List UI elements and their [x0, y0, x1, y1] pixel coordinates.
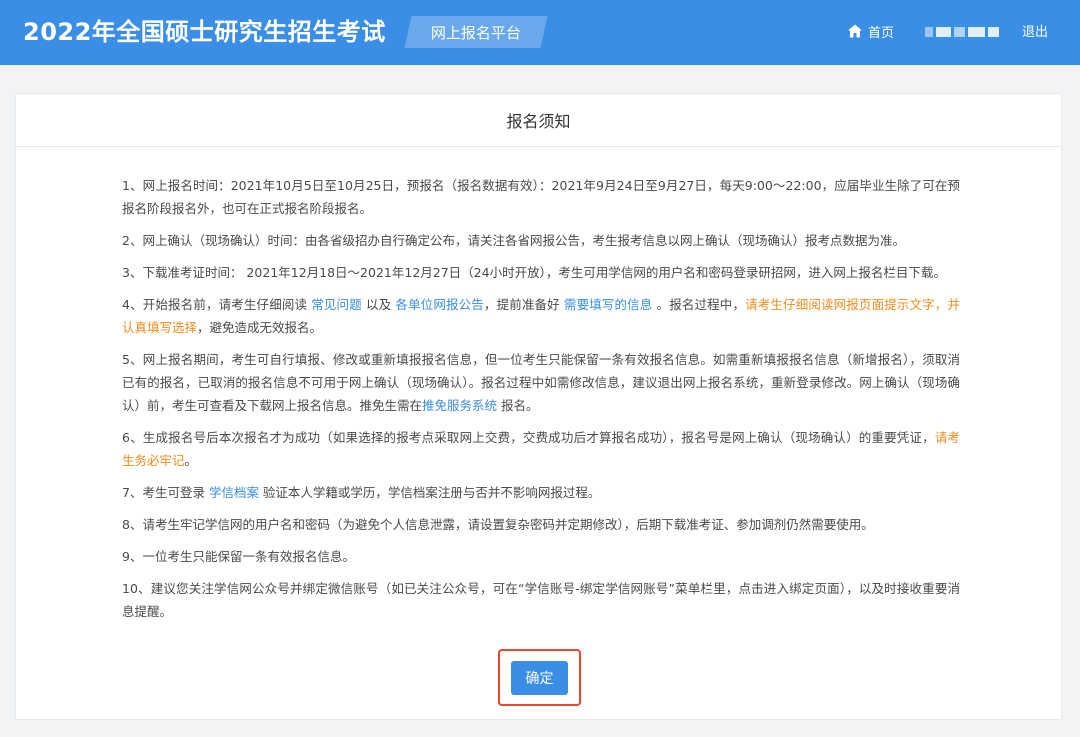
notice-text: 。: [184, 453, 198, 468]
notice-link[interactable]: 各单位网报公告: [395, 297, 484, 312]
confirm-highlight: 确定: [498, 649, 581, 706]
platform-tag: 网上报名平台: [404, 16, 548, 48]
platform-label: 网上报名平台: [430, 23, 521, 42]
logout-link[interactable]: 退出: [1022, 21, 1048, 40]
notice-card: 报名须知 1、网上报名时间：2021年10月5日至10月25日，预报名（报名数据…: [15, 93, 1062, 720]
notice-item: 5、网上报名期间，考生可自行填报、修改或重新填报报名信息，但一位考生只能保留一条…: [122, 348, 960, 417]
notice-link[interactable]: 推免服务系统: [422, 398, 497, 413]
home-icon: [848, 24, 862, 38]
notice-text: 3、下载准考证时间： 2021年12月18日～2021年12月27日（24小时开…: [122, 265, 946, 280]
notice-item: 8、请考生牢记学信网的用户名和密码（为避免个人信息泄露，请设置复杂密码并定期修改…: [122, 513, 960, 536]
notice-item: 2、网上确认（现场确认）时间：由各省级招办自行确定公布，请关注各省网报公告，考生…: [122, 229, 960, 252]
notice-link[interactable]: 学信档案: [209, 485, 259, 500]
notice-text: ，提前准备好: [483, 297, 564, 312]
notice-item: 10、建议您关注学信网公众号并绑定微信账号（如已关注公众号，可在“学信账号-绑定…: [122, 577, 960, 623]
notice-item: 1、网上报名时间：2021年10月5日至10月25日，预报名（报名数据有效）：2…: [122, 174, 960, 220]
username-redacted: [925, 26, 999, 38]
notice-item: 9、一位考生只能保留一条有效报名信息。: [122, 545, 960, 568]
site-title: 2022年全国硕士研究生招生考试: [23, 18, 386, 46]
notice-item: 6、生成报名号后本次报名才为成功（如果选择的报考点采取网上交费，交费成功后才算报…: [122, 426, 960, 472]
notice-text: 7、考生可登录: [122, 485, 209, 500]
notice-text: 验证本人学籍或学历，学信档案注册与否并不影响网报过程。: [258, 485, 601, 500]
confirm-button[interactable]: 确定: [511, 660, 568, 695]
notice-text: 8、请考生牢记学信网的用户名和密码（为避免个人信息泄露，请设置复杂密码并定期修改…: [122, 517, 874, 532]
notice-text: 4、开始报名前，请考生仔细阅读: [122, 297, 312, 312]
notice-text: 2、网上确认（现场确认）时间：由各省级招办自行确定公布，请关注各省网报公告，考生…: [122, 233, 905, 248]
notice-text: 5、网上报名期间，考生可自行填报、修改或重新填报报名信息，但一位考生只能保留一条…: [122, 352, 960, 413]
home-link[interactable]: 首页: [847, 20, 894, 42]
notice-text: 报名。: [497, 398, 539, 413]
notice-item: 7、考生可登录 学信档案 验证本人学籍或学历，学信档案注册与否并不影响网报过程。: [122, 481, 960, 504]
notice-text: ，避免造成无效报名。: [197, 320, 323, 335]
notice-text: 6、生成报名号后本次报名才为成功（如果选择的报考点采取网上交费，交费成功后才算报…: [122, 430, 935, 445]
notice-item: 3、下载准考证时间： 2021年12月18日～2021年12月27日（24小时开…: [122, 261, 960, 284]
notice-text: 9、一位考生只能保留一条有效报名信息。: [122, 549, 355, 564]
notice-item: 4、开始报名前，请考生仔细阅读 常见问题 以及 各单位网报公告，提前准备好 需要…: [122, 293, 960, 339]
notice-text: 。报名过程中，: [652, 297, 746, 312]
notice-list: 1、网上报名时间：2021年10月5日至10月25日，预报名（报名数据有效）：2…: [122, 174, 960, 632]
home-label: 首页: [868, 25, 895, 41]
notice-text: 1、网上报名时间：2021年10月5日至10月25日，预报名（报名数据有效）：2…: [122, 178, 960, 216]
notice-link[interactable]: 常见问题: [311, 297, 362, 312]
notice-text: 以及: [361, 297, 396, 312]
notice-text: 10、建议您关注学信网公众号并绑定微信账号（如已关注公众号，可在“学信账号-绑定…: [122, 581, 960, 619]
top-header: 2022年全国硕士研究生招生考试 网上报名平台 首页 退出: [0, 0, 1080, 65]
notice-link[interactable]: 需要填写的信息: [564, 297, 653, 312]
notice-title: 报名须知: [16, 94, 1061, 147]
